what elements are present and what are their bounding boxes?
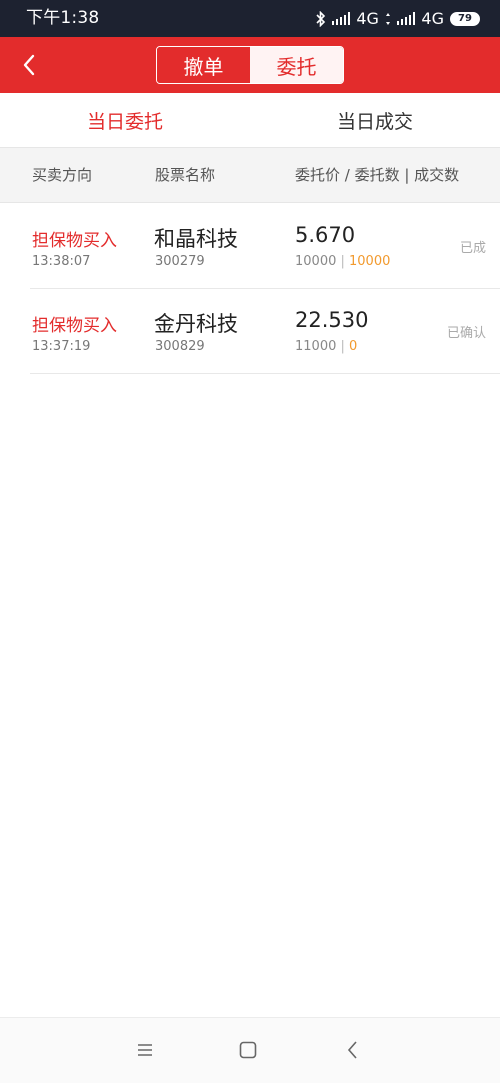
segment-entrust[interactable]: 委托 [250,47,343,83]
order-row[interactable]: 担保物买入 13:37:19 金丹科技 300829 22.530 11000 … [30,289,500,374]
stock-code: 300829 [155,339,205,354]
network-type-2: 4G [421,9,444,28]
order-time: 13:38:07 [32,254,91,269]
bluetooth-icon [316,10,325,27]
back-button[interactable] [14,50,46,80]
order-direction: 担保物买入 [32,316,117,336]
order-quantities: 11000 | 0 [295,339,357,354]
signal-icon-2 [396,12,416,25]
screen: 下午1:38 4G 4G 79 撤单 委托 当日委托 当日成交 买卖方向 股票名… [0,0,500,1083]
menu-icon [138,1044,152,1056]
column-direction: 买卖方向 [32,166,93,184]
column-header: 买卖方向 股票名称 委托价 / 委托数 | 成交数 [0,148,500,203]
chevron-left-icon [23,54,35,76]
battery-icon: 79 [450,11,480,26]
segment-cancel-order[interactable]: 撤单 [157,47,250,83]
order-status: 已成 [459,241,486,256]
home-square-icon [239,1041,257,1059]
signal-icon [331,12,351,25]
order-quantities: 10000 | 10000 [295,254,390,269]
data-arrows-icon [385,12,390,25]
tab-today-orders[interactable]: 当日委托 [0,93,250,147]
segmented-control: 撤单 委托 [156,46,344,84]
top-navigation-bar: 撤单 委托 [0,37,500,93]
status-time: 下午1:38 [26,8,100,28]
home-button[interactable] [236,1038,260,1062]
order-price: 5.670 [295,223,356,247]
order-status: 已确认 [446,326,486,341]
status-icons: 4G 4G 79 [316,0,480,37]
system-navigation-bar [0,1017,500,1083]
order-time: 13:37:19 [32,339,91,354]
tab-today-deals[interactable]: 当日成交 [250,93,500,147]
order-qty: 11000 [295,339,337,354]
qty-separator: | [336,339,350,354]
order-qty: 10000 [295,254,337,269]
tab-bar: 当日委托 当日成交 [0,93,500,148]
menu-button[interactable] [133,1038,157,1062]
order-price: 22.530 [295,308,369,332]
order-direction: 担保物买入 [32,231,117,251]
column-price-qty: 委托价 / 委托数 | 成交数 [295,166,460,184]
back-triangle-icon [347,1041,357,1059]
stock-name: 和晶科技 [154,227,238,251]
network-type-1: 4G [356,9,379,28]
stock-name: 金丹科技 [154,312,238,336]
deal-qty: 10000 [349,254,391,269]
column-stock-name: 股票名称 [155,166,216,184]
status-bar: 下午1:38 4G 4G 79 [0,0,500,37]
system-back-button[interactable] [341,1038,365,1062]
deal-qty: 0 [349,339,358,354]
qty-separator: | [336,254,350,269]
stock-code: 300279 [155,254,205,269]
order-row[interactable]: 担保物买入 13:38:07 和晶科技 300279 5.670 10000 |… [30,204,500,289]
